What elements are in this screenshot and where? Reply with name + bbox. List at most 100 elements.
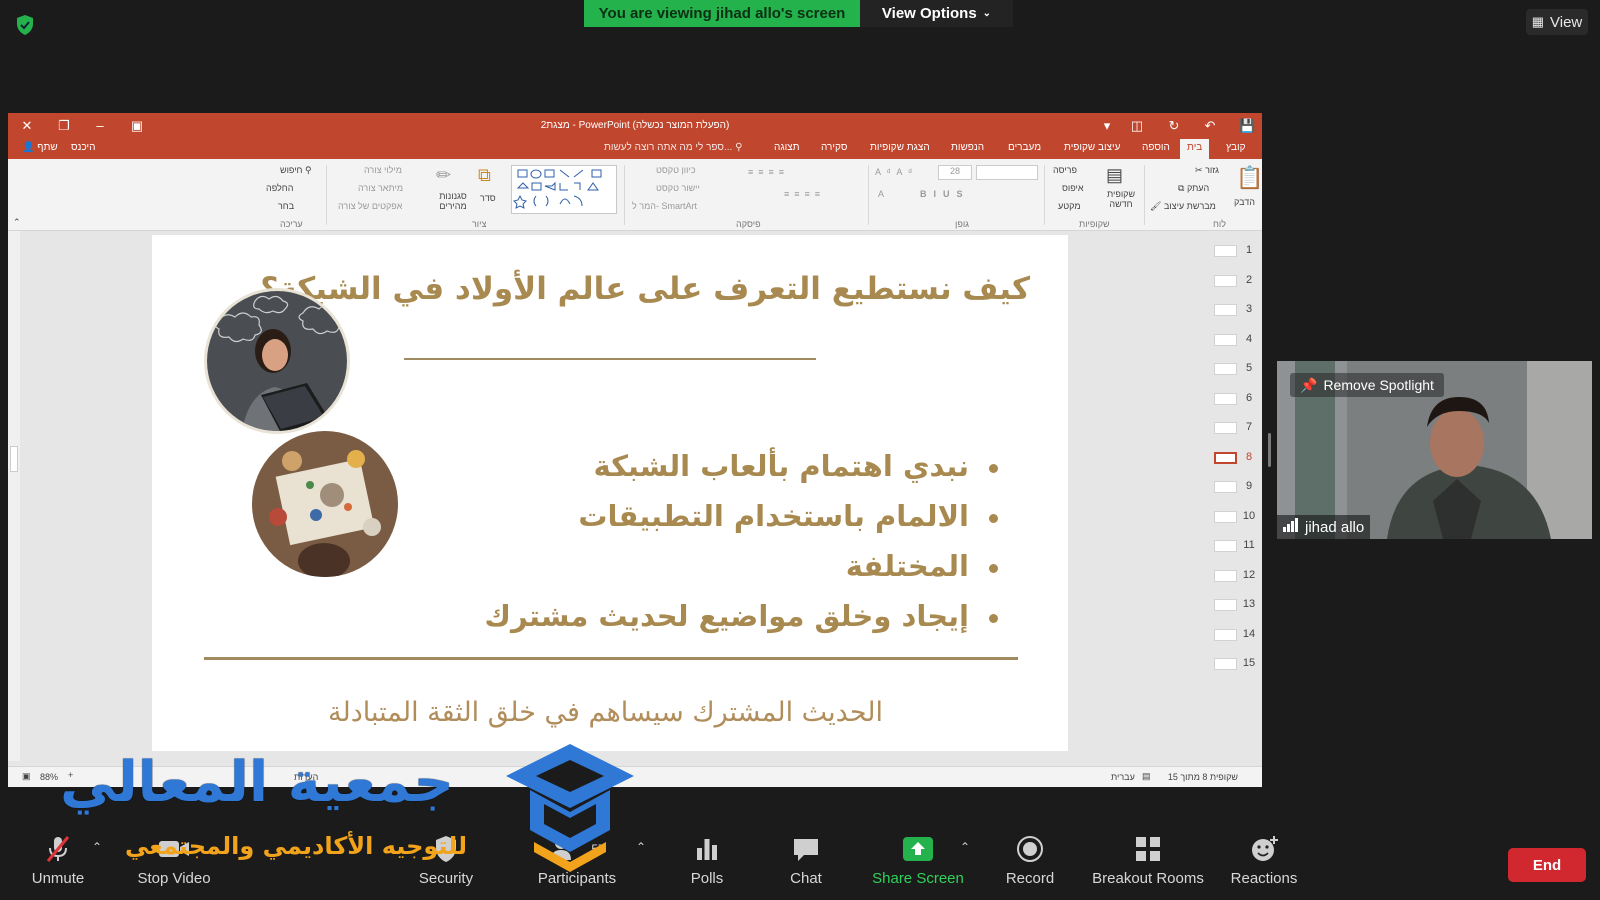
new-slide-button[interactable]: שקופית חדשה bbox=[1104, 189, 1138, 209]
unmute-button[interactable]: Unmute bbox=[22, 832, 94, 892]
fit-slide-icon[interactable]: ▣ bbox=[22, 771, 31, 782]
restore-icon[interactable]: ❐ bbox=[56, 118, 72, 134]
arrange-icon[interactable]: ⧉ bbox=[478, 165, 491, 186]
minimize-icon[interactable]: – bbox=[92, 118, 108, 134]
tab-review[interactable]: סקירה bbox=[821, 142, 847, 153]
view-options-button[interactable]: View Options ⌄ bbox=[860, 0, 1013, 27]
vertical-scrollbar[interactable] bbox=[8, 231, 20, 761]
chat-button[interactable]: Chat bbox=[776, 832, 836, 892]
shape-outline-button[interactable]: מיתאר צורה bbox=[358, 183, 403, 193]
slide-thumbnail[interactable]: 12 bbox=[1210, 566, 1262, 586]
font-color-icon[interactable]: A bbox=[878, 189, 884, 199]
font-grow-shrink-icons[interactable]: AᵈAᵈ bbox=[875, 167, 918, 177]
scrollbar-thumb[interactable] bbox=[10, 446, 18, 472]
encryption-shield-icon[interactable] bbox=[13, 13, 37, 37]
list-buttons[interactable]: ≡≡≡≡ bbox=[748, 167, 789, 177]
reactions-button[interactable]: Reactions bbox=[1226, 832, 1302, 892]
slide-footer-text[interactable]: الحديث المشترك سيساهم في خلق الثقة المتب… bbox=[328, 697, 883, 728]
arrange-button[interactable]: סדר bbox=[480, 193, 496, 203]
slide-thumbnail[interactable]: 7 bbox=[1210, 418, 1262, 438]
convert-smartart-button[interactable]: המר ל- SmartArt bbox=[632, 201, 697, 211]
language-status[interactable]: עברית bbox=[1111, 772, 1135, 782]
cut-button[interactable]: ✂ גזור bbox=[1195, 165, 1219, 176]
font-style-buttons[interactable]: BIUS bbox=[920, 189, 970, 199]
zoom-level[interactable]: 88% bbox=[40, 772, 58, 782]
spellcheck-icon[interactable]: ▤ bbox=[1142, 771, 1151, 782]
collapse-ribbon-icon[interactable]: ⌃ bbox=[13, 217, 21, 228]
slide-bullet-list[interactable]: نبدي اهتمام بألعاب الشبكة الالمام باستخد… bbox=[438, 441, 998, 641]
shape-fill-button[interactable]: מילוי צורה bbox=[364, 165, 402, 175]
tab-transitions[interactable]: מעברים bbox=[1008, 142, 1041, 153]
signin-link[interactable]: היכנס bbox=[71, 142, 95, 153]
find-button[interactable]: חיפוש ⚲ bbox=[280, 165, 312, 176]
end-meeting-button[interactable]: End bbox=[1508, 848, 1586, 882]
participant-video-tile[interactable]: 📌 Remove Spotlight jihad allo bbox=[1277, 361, 1592, 539]
tab-design[interactable]: עיצוב שקופית bbox=[1064, 142, 1120, 153]
section-button[interactable]: מקטע bbox=[1058, 201, 1081, 211]
record-button[interactable]: Record bbox=[1000, 832, 1060, 892]
slide-thumbnail[interactable]: 14 bbox=[1210, 625, 1262, 645]
font-size-box[interactable]: 28 bbox=[938, 165, 972, 180]
ppt-ribbon-tabs: 👤 שתף היכנס ספר לי מה אתה רוצה לעשות... … bbox=[8, 139, 1262, 159]
slide-thumbnail-preview bbox=[1214, 363, 1237, 375]
align-buttons[interactable]: ≡≡≡≡ bbox=[784, 189, 825, 199]
viewing-screen-banner: You are viewing jihad allo's screen bbox=[584, 0, 860, 27]
polls-button[interactable]: Polls bbox=[676, 832, 738, 892]
view-layout-button[interactable]: ▦ View bbox=[1526, 9, 1588, 35]
copy-button[interactable]: ⧉ העתק bbox=[1178, 183, 1209, 194]
tab-view[interactable]: תצוגה bbox=[774, 142, 800, 153]
slide-thumbnail[interactable]: 13 bbox=[1210, 595, 1262, 615]
slide-thumbnail[interactable]: 6 bbox=[1210, 389, 1262, 409]
tab-slideshow[interactable]: הצגת שקופיות bbox=[870, 142, 930, 153]
panel-resize-handle[interactable] bbox=[1268, 433, 1271, 467]
slide-thumbnail[interactable]: 11 bbox=[1210, 536, 1262, 556]
tab-file[interactable]: קובץ bbox=[1226, 142, 1246, 153]
share-screen-button[interactable]: Share Screen bbox=[870, 832, 966, 892]
close-icon[interactable]: ✕ bbox=[19, 118, 35, 134]
tell-me-box[interactable]: ספר לי מה אתה רוצה לעשות... ⚲ bbox=[604, 142, 742, 153]
qat-customize-icon[interactable]: ▾ bbox=[1099, 118, 1115, 134]
audio-options-caret[interactable]: ⌃ bbox=[92, 840, 102, 854]
share-options-caret[interactable]: ⌃ bbox=[960, 840, 970, 854]
tab-insert[interactable]: הוספה bbox=[1142, 142, 1170, 153]
tab-animations[interactable]: הנפשות bbox=[951, 142, 984, 153]
slide-thumbnail[interactable]: 4 bbox=[1210, 330, 1262, 350]
redo-icon[interactable]: ↻ bbox=[1166, 118, 1182, 134]
slide-thumbnail-number: 15 bbox=[1242, 657, 1256, 669]
paste-icon[interactable]: 📋 bbox=[1236, 165, 1263, 191]
slide-thumbnail[interactable]: 3 bbox=[1210, 300, 1262, 320]
select-button[interactable]: בחר bbox=[278, 201, 294, 211]
new-slide-icon[interactable]: ▤ bbox=[1106, 165, 1123, 186]
slide-thumbnail[interactable]: 8 bbox=[1210, 448, 1262, 468]
slide-thumbnail[interactable]: 10 bbox=[1210, 507, 1262, 527]
share-button[interactable]: 👤 שתף bbox=[22, 142, 58, 153]
slide-thumbnail[interactable]: 9 bbox=[1210, 477, 1262, 497]
slide-thumbnail[interactable]: 15 bbox=[1210, 654, 1262, 674]
quick-styles-icon[interactable]: ✏ bbox=[436, 165, 451, 186]
slide-count-status: שקופית 8 מתוך 15 bbox=[1167, 772, 1238, 782]
undo-icon[interactable]: ↶ bbox=[1202, 118, 1218, 134]
tab-home[interactable]: בית bbox=[1180, 139, 1210, 159]
ribbon-display-icon[interactable]: ▣ bbox=[129, 118, 145, 134]
font-name-box[interactable] bbox=[976, 165, 1038, 180]
breakout-rooms-button[interactable]: Breakout Rooms bbox=[1088, 832, 1208, 892]
current-slide[interactable]: كيف نستطيع التعرف على عالم الأولاد في ال… bbox=[152, 235, 1068, 751]
slide-title[interactable]: كيف نستطيع التعرف على عالم الأولاد في ال… bbox=[260, 271, 1030, 307]
shape-effects-button[interactable]: אפקטים של צורה bbox=[338, 201, 402, 211]
start-slideshow-icon[interactable]: ◫ bbox=[1129, 118, 1145, 134]
paste-button[interactable]: הדבק bbox=[1234, 197, 1255, 207]
align-text-button[interactable]: יישור טקסט bbox=[656, 183, 700, 193]
shapes-gallery[interactable] bbox=[511, 165, 617, 214]
remove-spotlight-button[interactable]: 📌 Remove Spotlight bbox=[1290, 373, 1444, 397]
save-icon[interactable]: 💾 bbox=[1239, 118, 1255, 134]
slide-thumbnail[interactable]: 2 bbox=[1210, 271, 1262, 291]
format-painter-button[interactable]: 🖌 מברשת עיצוב bbox=[1150, 201, 1216, 212]
layout-button[interactable]: פריסה bbox=[1053, 165, 1077, 175]
replace-button[interactable]: החלפה bbox=[266, 183, 293, 193]
quick-styles-button[interactable]: סגנונות מהירים bbox=[436, 191, 470, 211]
reset-button[interactable]: איפוס bbox=[1062, 183, 1084, 193]
slide-thumbnail[interactable]: 5 bbox=[1210, 359, 1262, 379]
slide-thumbnail[interactable]: 1 bbox=[1210, 241, 1262, 261]
text-direction-button[interactable]: כיוון טקסט bbox=[656, 165, 696, 175]
slide-thumbnail-preview bbox=[1214, 628, 1237, 641]
